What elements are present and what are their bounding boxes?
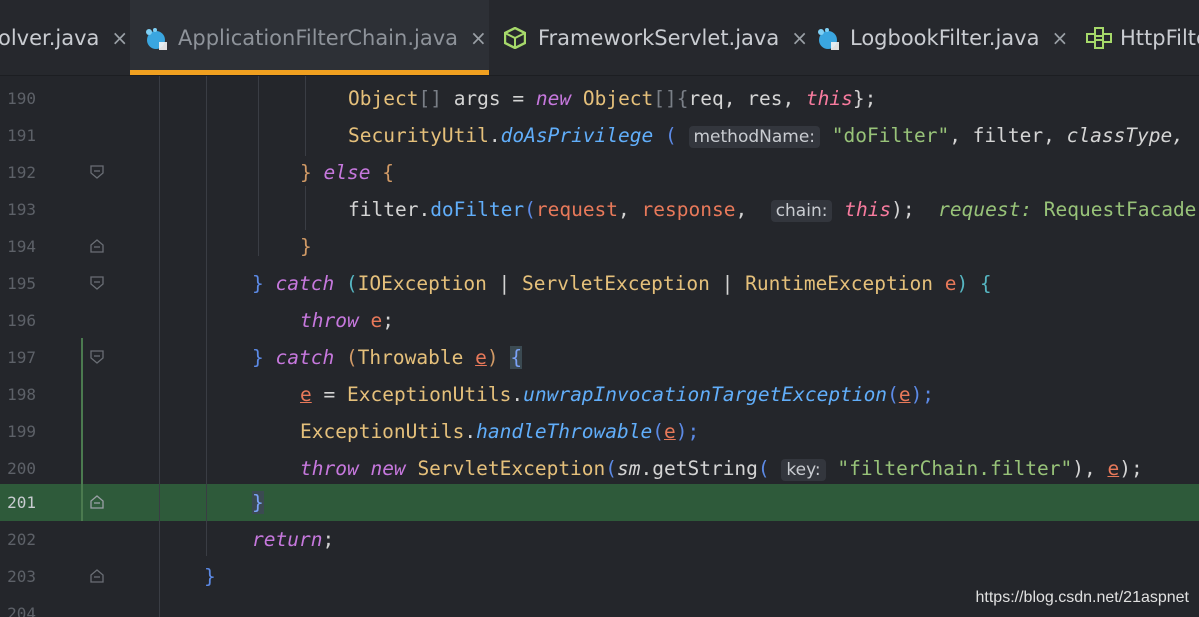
line-number: 204 [7,604,36,617]
code-editor[interactable]: 190 Object[] args = new Object[]{req, re… [0,76,1199,617]
tab-logbook-filter-java[interactable]: LogbookFilter.java × [816,0,1068,75]
fold-marker-icon[interactable] [90,165,104,179]
tab-http-filter[interactable]: HttpFilte [1086,0,1199,75]
line-number: 194 [7,237,36,256]
tab-framework-servlet-java[interactable]: FrameworkServlet.java × [503,0,808,75]
line-number: 196 [7,311,36,330]
fold-marker-icon[interactable] [90,276,104,290]
tab-title: olver.java [0,25,100,50]
code-line-192: 192 } else { [0,154,1199,191]
close-icon[interactable]: × [111,26,128,50]
code-line-197: 197 } catch (Throwable e) { [0,339,1199,376]
editor-tab-bar: olver.java × ApplicationFilterChain.java… [0,0,1199,76]
code-line-200: 200 throw new ServletException(sm.getStr… [0,450,1199,487]
fold-end-icon[interactable] [90,569,104,583]
code-text: } catch (Throwable e) { [252,346,523,369]
code-text: SecurityUtil.doAsPrivilege ( methodName:… [348,124,1185,148]
fold-marker-icon[interactable] [90,350,104,364]
code-text: ExceptionUtils.handleThrowable(e); [300,420,700,443]
parameter-hint: key: [781,459,826,481]
fold-end-icon[interactable] [90,239,104,253]
java-class-icon [816,27,839,50]
line-number: 191 [7,126,36,145]
code-line-201: 201 } [0,484,1199,521]
close-icon[interactable]: × [1051,26,1068,50]
code-text: } catch (IOException | ServletException … [252,272,992,295]
code-text: return; [252,528,335,551]
code-text: } [300,235,312,258]
line-number: 201 [7,493,36,512]
line-number: 197 [7,348,36,367]
tab-title: LogbookFilter.java [850,25,1040,50]
line-number: 200 [7,459,36,478]
code-text: Object[] args = new Object[]{req, res, t… [348,87,877,110]
java-class-icon [144,27,167,50]
watermark-url: https://blog.csdn.net/21aspnet [975,589,1189,606]
line-number: 193 [7,200,36,219]
tab-title: ApplicationFilterChain.java [178,25,459,50]
line-number: 198 [7,385,36,404]
code-line-194: 194 } [0,228,1199,265]
code-line-202: 202 return; [0,521,1199,558]
java-interface-icon [1086,26,1112,49]
code-text: } [252,491,264,514]
code-line-196: 196 throw e; [0,302,1199,339]
parameter-hint: chain: [770,200,833,222]
active-tab-underline [130,70,489,75]
code-line-199: 199 ExceptionUtils.handleThrowable(e); [0,413,1199,450]
code-line-191: 191 SecurityUtil.doAsPrivilege ( methodN… [0,117,1199,154]
code-text: throw e; [300,309,394,332]
line-number: 195 [7,274,36,293]
line-number: 192 [7,163,36,182]
code-line-193: 193 filter.doFilter(request, response, c… [0,191,1199,228]
code-line-190: 190 Object[] args = new Object[]{req, re… [0,80,1199,117]
line-number: 203 [7,567,36,586]
code-line-195: 195 } catch (IOException | ServletExcept… [0,265,1199,302]
line-number: 202 [7,530,36,549]
line-number: 190 [7,89,36,108]
tab-olver-java[interactable]: olver.java × [0,0,128,75]
code-text: } else { [300,161,394,184]
tab-title: FrameworkServlet.java [538,25,780,50]
close-icon[interactable]: × [470,26,487,50]
close-icon[interactable]: × [791,26,808,50]
tab-title: HttpFilte [1120,25,1199,50]
code-text: filter.doFilter(request, response, chain… [348,198,1197,222]
tab-application-filter-chain-java[interactable]: ApplicationFilterChain.java × [130,0,489,75]
line-number: 199 [7,422,36,441]
code-text: e = ExceptionUtils.unwrapInvocationTarge… [300,383,935,406]
java-abstract-class-icon [503,26,527,49]
code-line-198: 198 e = ExceptionUtils.unwrapInvocationT… [0,376,1199,413]
code-text: } [204,565,216,588]
fold-end-icon[interactable] [90,495,104,509]
parameter-hint: methodName: [688,126,821,148]
